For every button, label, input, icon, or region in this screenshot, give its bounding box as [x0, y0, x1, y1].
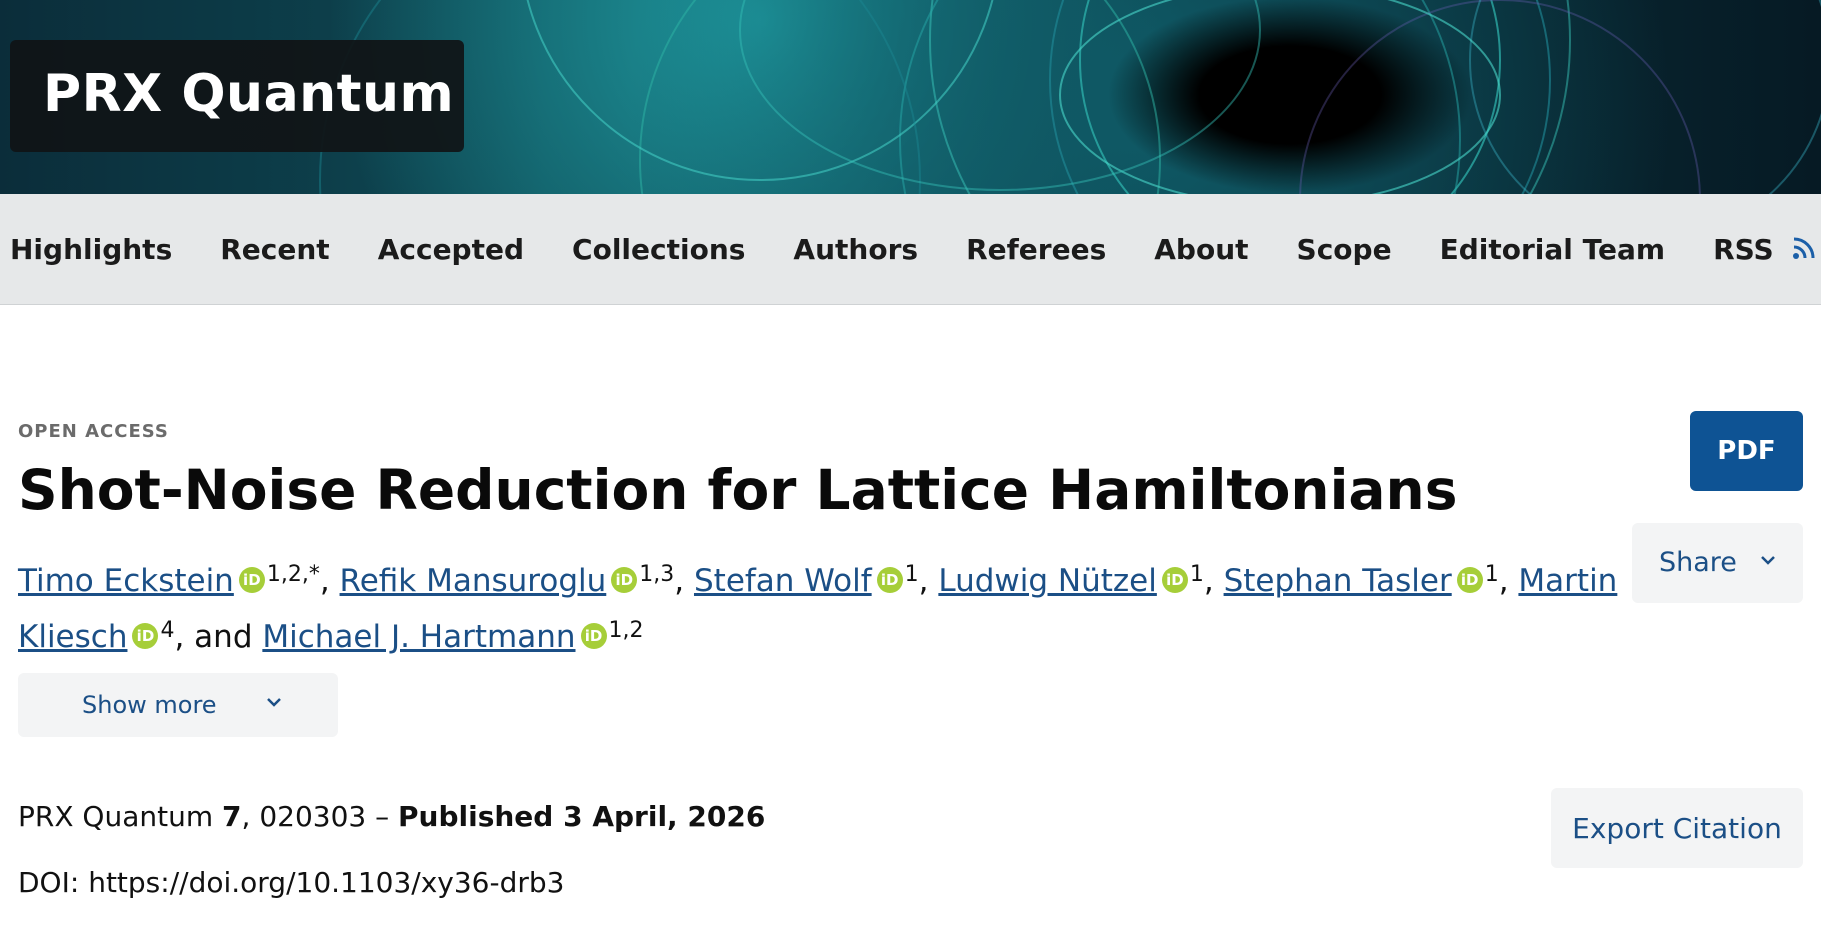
article-title: Shot-Noise Reduction for Lattice Hamilto… — [18, 458, 1458, 522]
publication-info: PRX Quantum 7, 020303 – Published 3 Apri… — [18, 800, 765, 833]
citation-article-number: , 020303 – — [241, 800, 399, 833]
pdf-button[interactable]: PDF — [1690, 411, 1803, 491]
author-link[interactable]: Stefan Wolf — [694, 563, 872, 599]
show-more-button[interactable]: Show more — [18, 673, 338, 737]
nav-accepted[interactable]: Accepted — [378, 233, 524, 266]
nav-rss[interactable]: RSS — [1713, 233, 1817, 266]
author-link[interactable]: Refik Mansuroglu — [340, 563, 607, 599]
orcid-icon[interactable]: iD — [611, 567, 638, 593]
orcid-icon[interactable]: iD — [1161, 567, 1188, 593]
share-button[interactable]: Share — [1632, 523, 1803, 603]
doi-label: DOI: — [18, 866, 89, 899]
published-date: Published 3 April, 2026 — [398, 800, 766, 833]
orcid-icon[interactable]: iD — [238, 567, 265, 593]
affiliation-ref: 1 — [904, 562, 919, 587]
affiliation-ref: 1,3 — [639, 562, 675, 587]
nav-authors[interactable]: Authors — [793, 233, 918, 266]
nav-collections[interactable]: Collections — [572, 233, 745, 266]
author-list: Timo Eckstein iD 1,2,*, Refik Mansuroglu iD… — [18, 562, 1618, 655]
chevron-down-icon — [1761, 556, 1775, 565]
export-citation-button[interactable]: Export Citation — [1551, 788, 1803, 868]
nav-recent[interactable]: Recent — [220, 233, 329, 266]
orcid-icon[interactable]: iD — [132, 623, 159, 649]
nav-about[interactable]: About — [1154, 233, 1248, 266]
share-label: Share — [1659, 547, 1737, 578]
open-access-label: OPEN ACCESS — [18, 421, 169, 442]
nav-editorial-team[interactable]: Editorial Team — [1440, 233, 1665, 266]
journal-name: PRX Quantum — [43, 64, 455, 124]
nav-highlights[interactable]: Highlights — [10, 233, 172, 266]
main-nav: Highlights Recent Accepted Collections A… — [0, 194, 1821, 305]
orcid-icon[interactable]: iD — [876, 567, 903, 593]
affiliation-ref: 1 — [1189, 562, 1204, 587]
nav-scope[interactable]: Scope — [1297, 233, 1392, 266]
show-more-label: Show more — [82, 691, 217, 719]
nav-rss-label: RSS — [1713, 232, 1774, 266]
orcid-icon[interactable]: iD — [1456, 567, 1483, 593]
chevron-down-icon — [267, 698, 281, 707]
doi-line: DOI: https://doi.org/10.1103/xy36-drb3 — [18, 866, 564, 899]
author-link[interactable]: Michael J. Hartmann — [262, 619, 575, 655]
affiliation-ref: 1,2,* — [266, 562, 320, 587]
affiliation-ref: 4 — [160, 618, 175, 643]
author-link[interactable]: Ludwig Nützel — [938, 563, 1157, 599]
journal-logo[interactable]: PRX Quantum — [10, 40, 464, 152]
affiliation-ref: 1 — [1484, 562, 1499, 587]
affiliation-ref: 1,2 — [608, 618, 644, 643]
author-link[interactable]: Timo Eckstein — [18, 563, 234, 599]
rss-icon — [1793, 237, 1815, 259]
doi-value[interactable]: https://doi.org/10.1103/xy36-drb3 — [88, 866, 564, 899]
orcid-icon[interactable]: iD — [580, 623, 607, 649]
citation-volume: 7 — [222, 800, 242, 833]
header-banner: PRX Quantum — [0, 0, 1821, 194]
nav-referees[interactable]: Referees — [966, 233, 1106, 266]
citation-journal: PRX Quantum — [18, 800, 214, 833]
author-link[interactable]: Stephan Tasler — [1224, 563, 1452, 599]
authors-and-separator: , and — [174, 619, 253, 655]
